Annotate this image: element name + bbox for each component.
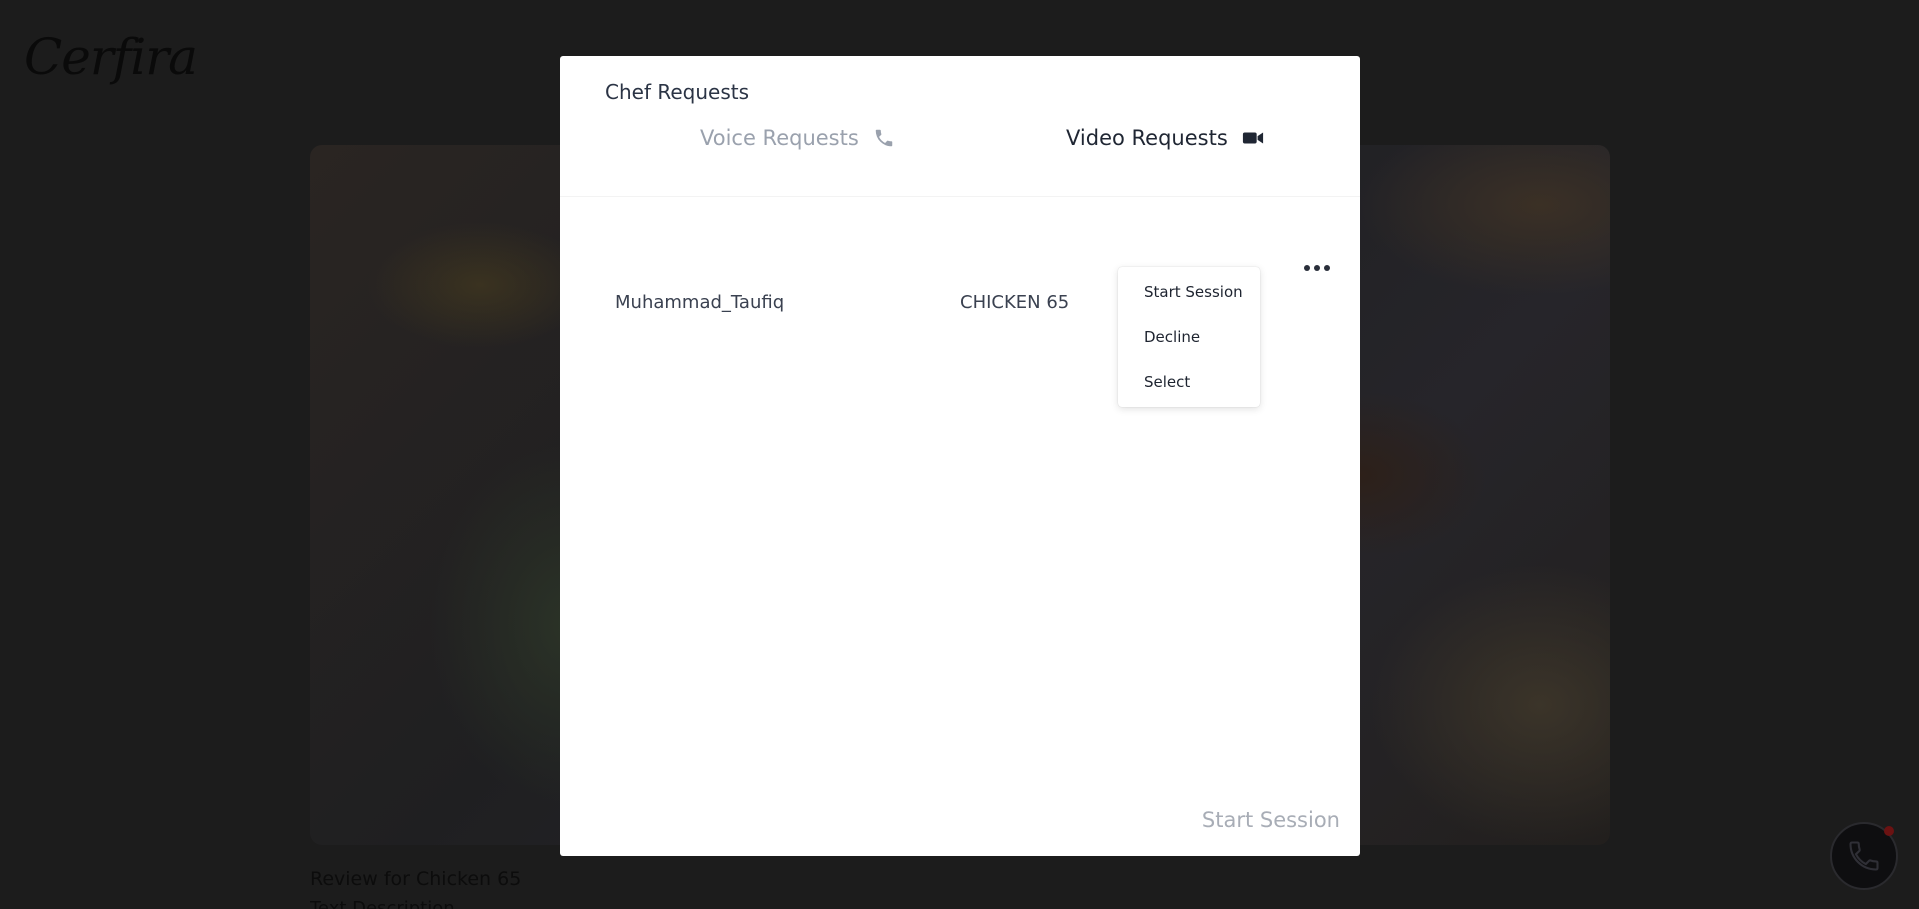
phone-icon [875, 129, 893, 147]
row-actions-menu: Start Session Decline Select [1118, 267, 1260, 407]
menu-item-decline[interactable]: Decline [1144, 328, 1200, 346]
phone-icon [1849, 841, 1879, 871]
tab-video-label: Video Requests [1066, 126, 1228, 150]
start-session-button[interactable]: Start Session [1202, 808, 1340, 832]
menu-item-select[interactable]: Select [1144, 373, 1190, 391]
request-user-name: Muhammad_Taufiq [615, 292, 785, 313]
tab-voice-label: Voice Requests [700, 126, 859, 150]
request-dish-name: CHICKEN 65 [960, 292, 1070, 313]
row-more-options-button[interactable] [1300, 256, 1334, 280]
review-title: Review for Chicken 65 [310, 868, 522, 890]
brand-logo[interactable]: Cerfira [24, 28, 198, 86]
tab-divider [560, 196, 1360, 197]
notification-dot [1884, 826, 1894, 836]
more-dot-icon [1304, 265, 1310, 271]
review-description: Text Description [310, 898, 455, 909]
chef-requests-modal: Chef Requests Voice Requests Video Reque… [560, 56, 1360, 856]
call-requests-button[interactable] [1830, 822, 1898, 890]
more-dot-icon [1324, 265, 1330, 271]
tab-voice-requests[interactable]: Voice Requests [700, 126, 895, 150]
video-camera-icon [1242, 132, 1263, 144]
modal-title: Chef Requests [605, 80, 750, 104]
tab-video-requests[interactable]: Video Requests [1066, 126, 1264, 150]
menu-item-start-session[interactable]: Start Session [1144, 283, 1243, 301]
more-dot-icon [1314, 265, 1320, 271]
